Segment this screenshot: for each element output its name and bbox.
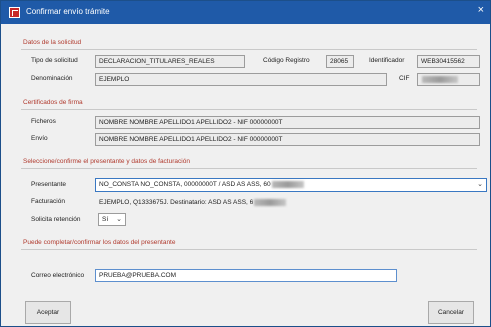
envio-field[interactable]: NOMBRE NOMBRE APELLIDO1 APELLIDO2 - NIF … [95, 133, 480, 146]
envio-label: Envío [31, 135, 48, 142]
presentante-dropdown[interactable]: NO_CONSTA NO_CONSTA, 00000000T / ASD AS … [95, 178, 487, 192]
divider [21, 168, 477, 169]
correo-label: Correo electrónico [31, 272, 85, 279]
section-solicitud-title: Datos de la solicitud [23, 39, 82, 46]
presentante-value: NO_CONSTA NO_CONSTA, 00000000T / ASD AS … [99, 181, 271, 188]
retencion-select[interactable]: Sí ⌄ [98, 213, 126, 226]
email-field[interactable]: PRUEBA@PRUEBA.COM [95, 269, 397, 282]
title-bar: Confirmar envío trámite × [1, 1, 490, 24]
aceptar-button[interactable]: Aceptar [25, 301, 71, 324]
retencion-value: Sí [102, 216, 109, 223]
codigo-registro-label: Código Registro [263, 57, 310, 64]
section-certificados-title: Certificados de firma [23, 99, 83, 106]
divider [21, 249, 477, 250]
facturacion-value: EJEMPLO, Q1333675J. Destinatario: ASD AS… [99, 199, 254, 206]
app-icon [9, 7, 20, 18]
identificador-label: Identificador [369, 57, 405, 64]
redacted-value [254, 198, 287, 206]
close-icon[interactable]: × [478, 4, 484, 16]
redacted-value [422, 75, 458, 83]
tipo-solicitud-field[interactable]: DECLARACION_TITULARES_REALES [95, 55, 245, 68]
section-completar-title: Puede completar/confirmar los datos del … [23, 239, 176, 246]
retencion-label: Solicita retención [31, 216, 81, 223]
divider [21, 49, 477, 50]
facturacion-label: Facturación [31, 198, 65, 205]
confirm-dialog: Confirmar envío trámite × Datos de la so… [0, 0, 491, 327]
codigo-registro-field[interactable]: 28065 [326, 55, 354, 68]
redacted-value [271, 180, 304, 188]
identificador-field[interactable]: WEB30415562 [417, 55, 480, 68]
window-title: Confirmar envío trámite [26, 7, 110, 16]
section-presentante-title: Seleccione/confirme el presentante y dat… [23, 158, 190, 165]
tipo-solicitud-label: Tipo de solicitud [31, 57, 78, 64]
denominacion-label: Denominación [31, 75, 73, 82]
cancelar-button[interactable]: Cancelar [428, 301, 474, 324]
presentante-label: Presentante [31, 181, 67, 188]
ficheros-field[interactable]: NOMBRE NOMBRE APELLIDO1 APELLIDO2 - NIF … [95, 116, 480, 129]
facturacion-field: EJEMPLO, Q1333675J. Destinatario: ASD AS… [95, 196, 487, 209]
chevron-down-icon[interactable]: ⌄ [116, 214, 122, 225]
denominacion-field[interactable]: EJEMPLO [95, 73, 387, 86]
ficheros-label: Ficheros [31, 118, 56, 125]
chevron-down-icon[interactable]: ⌄ [477, 179, 483, 190]
cif-field[interactable] [417, 73, 480, 86]
cif-label: CIF [399, 75, 410, 82]
divider [21, 109, 477, 110]
